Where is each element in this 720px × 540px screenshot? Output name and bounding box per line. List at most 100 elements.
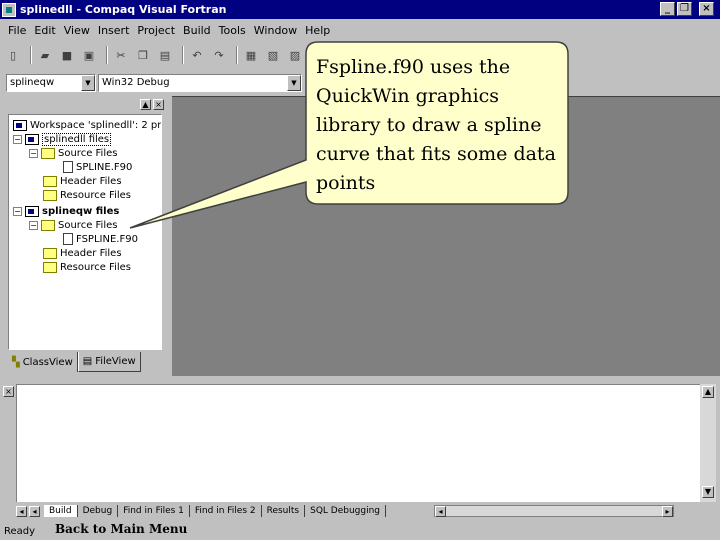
collapse-icon[interactable]: − — [13, 134, 22, 144]
close-pane-icon[interactable]: × — [153, 99, 164, 110]
tree-file-label: FSPLINE.F90 — [76, 233, 138, 245]
maximize-pane-icon[interactable]: ▲ — [140, 99, 151, 110]
file-icon — [63, 161, 73, 173]
close-button[interactable]: × — [699, 2, 714, 16]
menu-tools[interactable]: Tools — [215, 24, 250, 37]
tab-debug[interactable]: Debug — [78, 505, 119, 517]
tree-file[interactable]: FSPLINE.F90 — [63, 232, 138, 246]
tree-project-label: splinedll files — [42, 132, 112, 146]
tree-folder[interactable]: − Source Files — [29, 146, 117, 160]
paste-icon[interactable]: ▤ — [156, 46, 174, 64]
tab-classview[interactable]: ▚ ClassView — [8, 352, 78, 372]
menu-project[interactable]: Project — [133, 24, 179, 37]
window-title: splinedll - Compaq Visual Fortran — [20, 3, 227, 16]
tree-folder[interactable]: Resource Files — [43, 260, 131, 274]
tab-fileview[interactable]: ▤ FileView — [77, 352, 141, 372]
scroll-left-icon[interactable]: ◂ — [435, 506, 447, 517]
menu-file[interactable]: File — [4, 24, 30, 37]
tree-folder-label: Resource Files — [60, 189, 131, 201]
toolbar-separator — [106, 46, 108, 64]
menu-window[interactable]: Window — [250, 24, 301, 37]
project-combo-value: splineqw — [10, 77, 55, 88]
tab-classview-label: ClassView — [22, 356, 73, 368]
window-list-icon[interactable]: ▨ — [286, 46, 304, 64]
collapse-icon[interactable]: − — [29, 220, 38, 230]
tree-folder-label: Header Files — [60, 247, 122, 259]
fileview-icon: ▤ — [82, 356, 93, 367]
workspace-panel: ▲ × Workspace 'splinedll': 2 proje − spl… — [4, 96, 170, 376]
tab-first-icon[interactable]: ◂ — [16, 505, 27, 517]
folder-open-icon — [41, 147, 55, 159]
workspace-icon[interactable]: ▦ — [242, 46, 260, 64]
callout-text: Fspline.f90 uses the QuickWin graphics l… — [316, 56, 556, 194]
file-icon — [63, 233, 73, 245]
menu-view[interactable]: View — [60, 24, 94, 37]
output-scrollbar[interactable]: ▲ ▼ — [700, 384, 716, 502]
tree-folder-label: Resource Files — [60, 261, 131, 273]
status-bar: Ready Back to Main Menu — [0, 522, 720, 540]
output-text[interactable] — [16, 384, 700, 502]
workspace-icon — [13, 119, 27, 131]
menu-bar: File Edit View Insert Project Build Tool… — [0, 20, 720, 40]
save-all-icon[interactable]: ▣ — [80, 46, 98, 64]
horizontal-scrollbar[interactable]: ◂ ▸ — [434, 505, 675, 517]
minimize-button[interactable]: _ — [660, 2, 675, 16]
restore-button[interactable]: ❐ — [677, 2, 692, 16]
config-combo[interactable]: Win32 Debug ▼ — [98, 74, 302, 92]
scroll-down-icon[interactable]: ▼ — [702, 486, 714, 498]
copy-icon[interactable]: ❐ — [134, 46, 152, 64]
workspace-tabs: ▚ ClassView ▤ FileView — [8, 352, 162, 374]
project-icon — [25, 205, 39, 217]
toolbar-separator — [182, 46, 184, 64]
menu-edit[interactable]: Edit — [30, 24, 59, 37]
menu-build[interactable]: Build — [179, 24, 215, 37]
tab-prev-icon[interactable]: ◂ — [29, 505, 40, 517]
open-folder-icon[interactable]: ▰ — [36, 46, 54, 64]
redo-icon[interactable]: ↷ — [210, 46, 228, 64]
tree-file[interactable]: SPLINE.F90 — [63, 160, 132, 174]
tab-sql-debugging[interactable]: SQL Debugging — [305, 505, 387, 517]
scroll-up-icon[interactable]: ▲ — [702, 386, 714, 398]
menu-insert[interactable]: Insert — [94, 24, 134, 37]
workspace-header: ▲ × — [4, 96, 170, 112]
folder-open-icon — [41, 219, 55, 231]
title-bar: splinedll - Compaq Visual Fortran _ ❐ × — [0, 0, 720, 19]
chevron-down-icon[interactable]: ▼ — [287, 75, 301, 91]
tree-project-label: splineqw files — [42, 205, 120, 217]
config-combo-value: Win32 Debug — [102, 77, 170, 88]
project-combo[interactable]: splineqw ▼ — [6, 74, 96, 92]
tab-fileview-label: FileView — [95, 356, 136, 367]
tree-folder[interactable]: Header Files — [43, 174, 122, 188]
collapse-icon[interactable]: − — [29, 148, 38, 158]
back-to-main-link[interactable]: Back to Main Menu — [55, 522, 188, 536]
close-pane-icon[interactable]: × — [3, 386, 14, 397]
tree-folder-label: Header Files — [60, 175, 122, 187]
tree-folder-label: Source Files — [58, 219, 118, 231]
folder-icon — [43, 175, 57, 187]
classview-icon: ▚ — [12, 356, 20, 368]
tree-root[interactable]: Workspace 'splinedll': 2 proje — [13, 118, 161, 132]
tab-build[interactable]: Build — [44, 505, 78, 517]
tree-file-label: SPLINE.F90 — [76, 161, 133, 173]
tree-folder[interactable]: Header Files — [43, 246, 122, 260]
scroll-right-icon[interactable]: ▸ — [662, 506, 674, 517]
collapse-icon[interactable]: − — [13, 206, 22, 216]
undo-icon[interactable]: ↶ — [188, 46, 206, 64]
cut-icon[interactable]: ✂ — [112, 46, 130, 64]
app-icon[interactable] — [2, 2, 16, 17]
tree-folder-label: Source Files — [58, 147, 118, 159]
tab-find-in-files-1[interactable]: Find in Files 1 — [118, 505, 190, 517]
tree-project[interactable]: − splinedll files — [13, 132, 112, 146]
save-icon[interactable]: ■ — [58, 46, 76, 64]
chevron-down-icon[interactable]: ▼ — [81, 75, 95, 91]
new-file-icon[interactable]: ▯ — [4, 46, 22, 64]
output-icon[interactable]: ▧ — [264, 46, 282, 64]
toolbar-separator — [30, 46, 32, 64]
standard-toolbar: ▯ ▰ ■ ▣ ✂ ❐ ▤ ↶ ↷ ▦ ▧ ▨ — [0, 42, 310, 68]
tree-folder[interactable]: Resource Files — [43, 188, 131, 202]
tab-find-in-files-2[interactable]: Find in Files 2 — [190, 505, 262, 517]
tree-project[interactable]: − splineqw files — [13, 204, 119, 218]
tab-results[interactable]: Results — [262, 505, 306, 517]
tree-folder[interactable]: − Source Files — [29, 218, 117, 232]
menu-help[interactable]: Help — [301, 24, 334, 37]
